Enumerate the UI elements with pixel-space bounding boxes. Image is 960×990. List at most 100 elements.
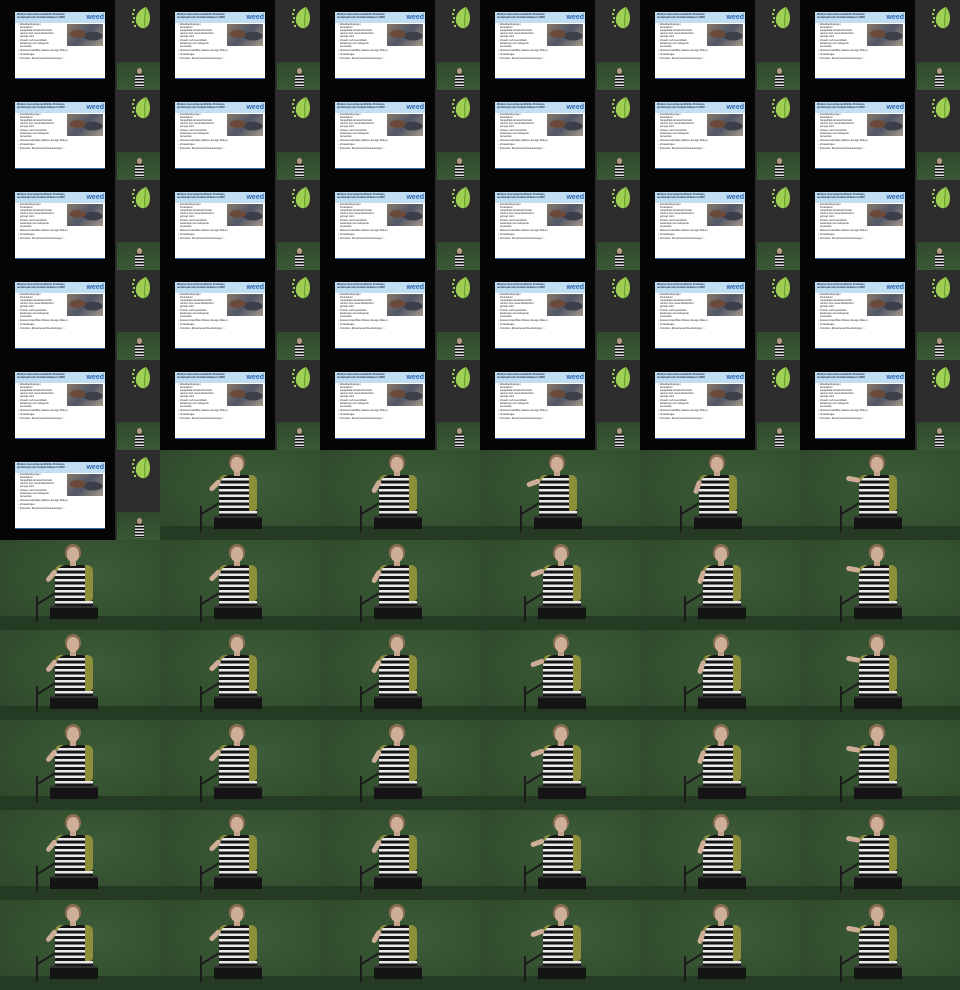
slide-bullet: Ressourcenkonflikte (Wasser, Energie, Bo… [498,140,582,143]
slide-bullet-list: Arbeitsbedingungen: Kinderarbeit, mangel… [18,24,68,62]
slide-thumbnail[interactable]: Weitere menschenrechtliche Probleme am B… [160,90,320,180]
camera-thumbnail[interactable] [160,630,320,720]
slide-thumbnail[interactable]: Weitere menschenrechtliche Probleme am B… [0,450,160,540]
camera-thumbnail[interactable] [800,630,960,720]
camera-thumbnail[interactable] [0,720,160,810]
camera-thumbnail[interactable] [480,810,640,900]
slide-title: Weitere menschenrechtliche Probleme am B… [337,13,386,20]
slide-thumbnail[interactable]: Weitere menschenrechtliche Probleme am B… [480,0,640,90]
slide-bullet: Umsiedlungen [178,324,262,327]
camera-thumbnail[interactable] [800,810,960,900]
slide-bullet: Arbeitsbedingungen: Kinderarbeit, mangel… [498,204,546,219]
camera-thumbnail[interactable] [480,720,640,810]
slide-bullet-list: Arbeitsbedingungen: Kinderarbeit, mangel… [658,204,708,242]
lectern [698,696,746,709]
slide-thumbnail[interactable]: Weitere menschenrechtliche Probleme am B… [480,360,640,450]
slide-thumbnail[interactable]: Weitere menschenrechtliche Probleme am B… [640,0,800,90]
speaker-figure [360,814,428,900]
slide-bullet: Arbeitsbedingungen: Kinderarbeit, mangel… [178,24,226,39]
slide-thumbnail[interactable]: Weitere menschenrechtliche Probleme am B… [320,90,480,180]
camera-thumbnail[interactable] [800,720,960,810]
slide-bullet: Umsiedlungen [178,144,262,147]
slide-thumbnail[interactable]: Weitere menschenrechtliche Probleme am B… [800,90,960,180]
camera-thumbnail[interactable] [320,450,480,540]
slide-page: Weitere menschenrechtliche Probleme am B… [335,102,425,169]
camera-thumbnail[interactable] [160,450,320,540]
camera-thumbnail[interactable] [640,900,800,990]
slide-pane: Weitere menschenrechtliche Probleme am B… [0,90,115,180]
camera-thumbnail[interactable] [800,900,960,990]
camera-thumbnail[interactable] [160,810,320,900]
slide-bullet: Umsiedlungen [18,54,102,57]
slide-bullet: Korruption, Menschenrechtsverletzungen /… [18,328,102,331]
camera-thumbnail[interactable] [320,810,480,900]
camera-thumbnail[interactable] [0,540,160,630]
slide-thumbnail[interactable]: Weitere menschenrechtliche Probleme am B… [800,180,960,270]
slide-thumbnail[interactable]: Weitere menschenrechtliche Probleme am B… [480,180,640,270]
slide-bullet: Umwelt- und Gesundheits- belastungen auf… [178,130,226,139]
slide-title: Weitere menschenrechtliche Probleme am B… [657,193,706,200]
camera-thumbnail[interactable] [160,720,320,810]
slide-thumbnail[interactable]: Weitere menschenrechtliche Probleme am B… [640,270,800,360]
slide-thumbnail[interactable]: Weitere menschenrechtliche Probleme am B… [160,180,320,270]
camera-thumbnail[interactable] [640,540,800,630]
slide-thumbnail[interactable]: Weitere menschenrechtliche Probleme am B… [160,270,320,360]
brand-logo: weed [726,284,744,291]
slide-title: Weitere menschenrechtliche Probleme am B… [337,103,386,110]
camera-thumbnail[interactable] [160,900,320,990]
camera-thumbnail[interactable] [0,630,160,720]
slide-bullet: Korruption, Menschenrechtsverletzungen /… [338,58,422,61]
slide-bullet: Umsiedlungen [18,144,102,147]
slide-thumbnail[interactable]: Weitere menschenrechtliche Probleme am B… [480,270,640,360]
slide-thumbnail[interactable]: Weitere menschenrechtliche Probleme am B… [160,360,320,450]
slide-header: Weitere menschenrechtliche Probleme am B… [15,192,105,203]
slide-page: Weitere menschenrechtliche Probleme am B… [655,102,745,169]
brand-logo: weed [246,374,264,381]
slide-thumbnail[interactable]: Weitere menschenrechtliche Probleme am B… [800,270,960,360]
camera-thumbnail[interactable] [320,720,480,810]
camera-thumbnail[interactable] [160,540,320,630]
camera-thumbnail[interactable] [320,630,480,720]
camera-thumbnail[interactable] [480,900,640,990]
camera-thumbnail[interactable] [0,900,160,990]
slide-thumbnail[interactable]: Weitere menschenrechtliche Probleme am B… [800,0,960,90]
camera-thumbnail[interactable] [800,540,960,630]
slide-thumbnail[interactable]: Weitere menschenrechtliche Probleme am B… [320,360,480,450]
slide-bullet: Ressourcenkonflikte (Wasser, Energie, Bo… [18,230,102,233]
slide-thumbnail[interactable]: Weitere menschenrechtliche Probleme am B… [320,270,480,360]
camera-thumbnail[interactable] [320,900,480,990]
slide-thumbnail[interactable]: Weitere menschenrechtliche Probleme am B… [640,360,800,450]
slide-footer-bar [175,437,265,439]
camera-thumbnail[interactable] [640,720,800,810]
camera-thumbnail[interactable] [320,540,480,630]
slide-thumbnail[interactable]: Weitere menschenrechtliche Probleme am B… [160,0,320,90]
camera-thumbnail[interactable] [640,810,800,900]
camera-thumbnail[interactable] [480,450,640,540]
speaker-pip-video [917,332,960,360]
slide-thumbnail[interactable]: Weitere menschenrechtliche Probleme am B… [320,0,480,90]
camera-thumbnail[interactable] [640,450,800,540]
slide-thumbnail[interactable]: Weitere menschenrechtliche Probleme am B… [0,180,160,270]
slide-bullet: Umwelt- und Gesundheits- belastungen auf… [658,310,706,319]
slide-thumbnail[interactable]: Weitere menschenrechtliche Probleme am B… [480,90,640,180]
slide-thumbnail[interactable]: Weitere menschenrechtliche Probleme am B… [0,360,160,450]
speaker-pip-video [597,422,640,450]
slide-thumbnail[interactable]: Weitere menschenrechtliche Probleme am B… [800,360,960,450]
slide-thumbnail[interactable]: Weitere menschenrechtliche Probleme am B… [0,0,160,90]
speaker-pip-video [277,332,320,360]
slide-bullet: Umsiedlungen [818,144,902,147]
slide-bullet: Umwelt- und Gesundheits- belastungen auf… [658,130,706,139]
camera-thumbnail[interactable] [0,810,160,900]
camera-thumbnail[interactable] [640,630,800,720]
slide-footer-bar [15,527,105,529]
camera-thumbnail[interactable] [480,630,640,720]
slide-thumbnail[interactable]: Weitere menschenrechtliche Probleme am B… [640,180,800,270]
slide-thumbnail[interactable]: Weitere menschenrechtliche Probleme am B… [0,270,160,360]
camera-thumbnail[interactable] [800,450,960,540]
camera-thumbnail[interactable] [480,540,640,630]
slide-bullet: Umwelt- und Gesundheits- belastungen auf… [818,40,866,49]
slide-thumbnail[interactable]: Weitere menschenrechtliche Probleme am B… [0,90,160,180]
slide-thumbnail[interactable]: Weitere menschenrechtliche Probleme am B… [320,180,480,270]
slide-bullet-list: Arbeitsbedingungen: Kinderarbeit, mangel… [18,114,68,152]
slide-thumbnail[interactable]: Weitere menschenrechtliche Probleme am B… [640,90,800,180]
